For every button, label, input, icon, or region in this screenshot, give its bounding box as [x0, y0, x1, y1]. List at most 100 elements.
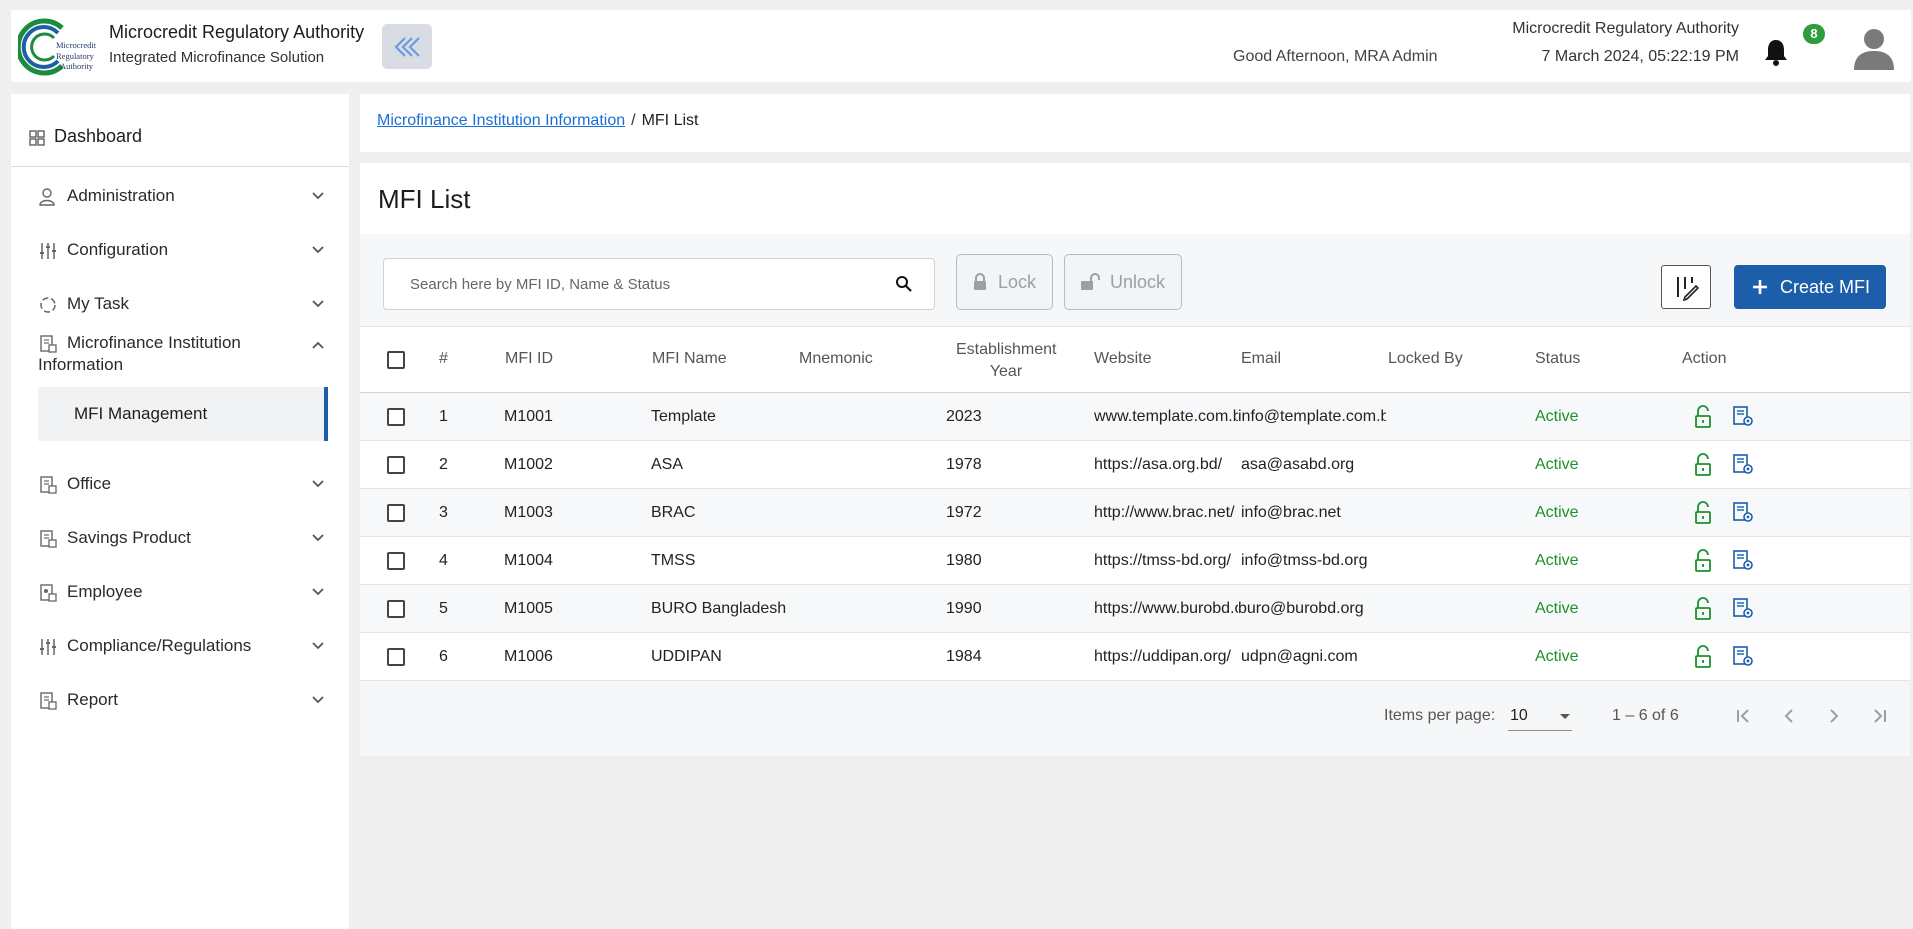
top-header: Microcredit Regulatory Authority Microcr… [11, 10, 1911, 82]
table-row[interactable]: 4 M1004 TMSS 1980 https://tmss-bd.org/ i… [360, 537, 1910, 585]
row-checkbox[interactable] [387, 456, 405, 474]
cell-website: https://uddipan.org/ [1094, 648, 1231, 665]
unlock-button[interactable]: Unlock [1064, 254, 1182, 310]
column-header-establishment-year[interactable]: Establishment Year [956, 339, 1057, 383]
unlock-icon[interactable] [1693, 597, 1713, 621]
page-range-label: 1 – 6 of 6 [1612, 707, 1679, 724]
column-header-email[interactable]: Email [1241, 350, 1281, 368]
mfi-list-card: MFI List Search here by MFI ID, Name & S… [360, 163, 1910, 756]
column-header-status[interactable]: Status [1535, 350, 1580, 368]
sidebar-item-savings-product[interactable]: Savings Product [11, 519, 349, 559]
sidebar-item-compliance[interactable]: Compliance/Regulations [11, 627, 349, 667]
table-row[interactable]: 3 M1003 BRAC 1972 http://www.brac.net/ i… [360, 489, 1910, 537]
column-header-index: # [439, 350, 448, 367]
view-details-icon[interactable] [1732, 453, 1754, 475]
first-page-icon[interactable] [1733, 705, 1755, 727]
cell-index: 2 [439, 456, 448, 473]
unlock-icon[interactable] [1693, 549, 1713, 573]
cell-establishment-year: 1990 [946, 600, 982, 617]
create-mfi-button[interactable]: Create MFI [1734, 265, 1886, 309]
table-row[interactable]: 1 M1001 Template 2023 www.template.com.b… [360, 393, 1910, 441]
view-details-icon[interactable] [1732, 501, 1754, 523]
sidebar-item-employee[interactable]: Employee [11, 573, 349, 613]
view-details-icon[interactable] [1732, 549, 1754, 571]
previous-page-icon[interactable] [1778, 705, 1800, 727]
view-details-icon[interactable] [1732, 645, 1754, 667]
user-avatar[interactable] [1852, 24, 1896, 70]
breadcrumb-bar: Microfinance Institution Information / MFI… [360, 94, 1910, 152]
column-header-website[interactable]: Website [1094, 350, 1152, 368]
sliders-icon [40, 243, 56, 259]
sidebar-item-configuration[interactable]: Configuration [11, 231, 349, 271]
column-settings-button[interactable] [1661, 265, 1711, 309]
create-mfi-label: Create MFI [1780, 276, 1871, 297]
column-header-locked-by[interactable]: Locked By [1388, 350, 1463, 368]
table-header: # MFI ID MFI Name Mnemonic Establishment… [360, 326, 1910, 393]
chevron-down-icon [312, 534, 324, 542]
chevron-down-icon [312, 192, 324, 200]
status-badge: Active [1535, 552, 1579, 569]
sidebar-item-dashboard[interactable]: Dashboard [11, 94, 349, 167]
cell-mfi-name: UDDIPAN [651, 648, 722, 665]
search-input[interactable]: Search here by MFI ID, Name & Status [383, 258, 935, 310]
row-checkbox[interactable] [387, 648, 405, 666]
unlock-icon[interactable] [1693, 453, 1713, 477]
breadcrumb: Microfinance Institution Information / MFI… [377, 112, 698, 130]
org-name: Microcredit Regulatory Authority [1512, 20, 1739, 37]
sidebar-subitem-mfi-management[interactable]: MFI Management [38, 387, 328, 441]
unlock-icon[interactable] [1693, 405, 1713, 429]
cell-mfi-id: M1006 [504, 648, 553, 665]
sidebar-item-label: Administration [67, 186, 175, 205]
view-details-icon[interactable] [1732, 597, 1754, 619]
sidebar-item-label: Microfinance Institution Information [38, 333, 241, 374]
sidebar-item-label: Savings Product [67, 528, 191, 547]
breadcrumb-current: MFI List [641, 112, 699, 129]
cell-establishment-year: 1978 [946, 456, 982, 473]
breadcrumb-separator: / [631, 112, 636, 129]
row-checkbox[interactable] [387, 552, 405, 570]
unlock-icon[interactable] [1693, 645, 1713, 669]
view-details-icon[interactable] [1732, 405, 1754, 427]
chevron-up-icon [312, 341, 324, 349]
unlock-icon [1081, 273, 1100, 290]
sidebar-item-report[interactable]: Report [11, 681, 349, 721]
lock-button-label: Lock [998, 271, 1037, 292]
column-header-mnemonic[interactable]: Mnemonic [799, 350, 873, 368]
sidebar: Dashboard Administration Configuration M… [11, 94, 349, 929]
sidebar-item-administration[interactable]: Administration [11, 177, 349, 217]
cell-website: www.template.com.bd [1094, 408, 1238, 425]
row-checkbox[interactable] [387, 504, 405, 522]
unlock-icon[interactable] [1693, 501, 1713, 525]
table-row[interactable]: 5 M1005 BURO Bangladesh 1990 https://www… [360, 585, 1910, 633]
column-header-mfi-id[interactable]: MFI ID [505, 350, 553, 368]
sidebar-item-label: Compliance/Regulations [67, 636, 252, 655]
sidebar-item-office[interactable]: Office [11, 465, 349, 505]
sidebar-item-my-task[interactable]: My Task [11, 285, 349, 325]
lock-icon [974, 273, 986, 290]
cell-establishment-year: 1980 [946, 552, 982, 569]
table-row[interactable]: 2 M1002 ASA 1978 https://asa.org.bd/ asa… [360, 441, 1910, 489]
row-checkbox[interactable] [387, 600, 405, 618]
column-header-mfi-name[interactable]: MFI Name [652, 350, 727, 368]
sidebar-item-label: My Task [67, 294, 130, 313]
sidebar-item-mfi-information[interactable]: Microfinance Institution Information [11, 332, 349, 388]
collapse-sidebar-button[interactable] [382, 24, 432, 69]
document-icon [40, 530, 57, 548]
breadcrumb-link-mfi-info[interactable]: Microfinance Institution Information [377, 112, 625, 129]
items-per-page-value: 10 [1510, 707, 1528, 724]
items-per-page-select[interactable]: 10 [1508, 701, 1572, 731]
search-icon[interactable] [895, 275, 913, 293]
notification-bell-icon[interactable] [1761, 34, 1791, 68]
select-all-checkbox[interactable] [387, 351, 405, 369]
last-page-icon[interactable] [1868, 705, 1890, 727]
sidebar-item-label: Employee [67, 582, 143, 601]
page-title-bar: MFI List [360, 163, 1910, 234]
row-checkbox[interactable] [387, 408, 405, 426]
next-page-icon[interactable] [1823, 705, 1845, 727]
cell-website: http://www.brac.net/ [1094, 504, 1235, 521]
cell-mfi-id: M1005 [504, 600, 553, 617]
cell-website: https://asa.org.bd/ [1094, 456, 1223, 473]
lock-button[interactable]: Lock [956, 254, 1053, 310]
sidebar-subitem-label: MFI Management [74, 404, 208, 423]
table-row[interactable]: 6 M1006 UDDIPAN 1984 https://uddipan.org… [360, 633, 1910, 681]
